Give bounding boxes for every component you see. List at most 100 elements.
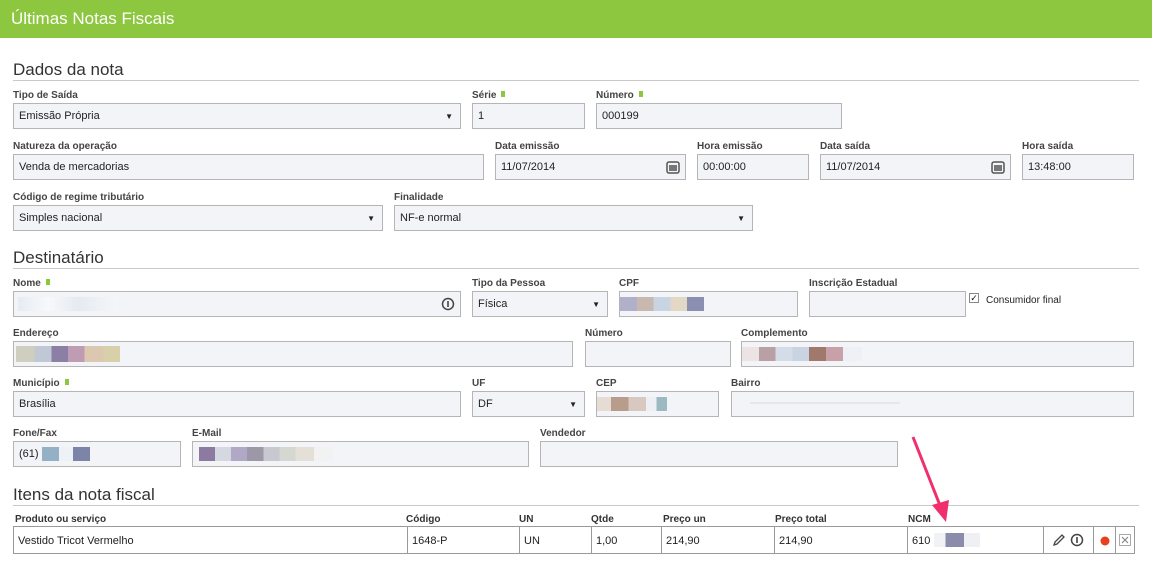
dropdown-arrow-icon: ▼ [737,214,745,223]
consumidor-final-checkbox[interactable]: ✓ [969,293,979,303]
finalidade-select[interactable]: NF-e normal ▼ [394,205,753,231]
cell-qtde: 1,00 [592,527,662,553]
label-complemento: Complemento [741,328,808,339]
label-natureza: Natureza da operação [13,141,117,152]
label-endereco: Endereço [13,328,59,339]
label-numero-endereco: Número [585,328,623,339]
cell-preco-total: 214,90 [775,527,908,553]
redacted-block [18,297,118,311]
required-marker-icon [638,91,643,97]
label-hora-emissao: Hora emissão [697,141,763,152]
column-header-preco-total: Preço total [775,514,827,525]
label-tipo-pessoa: Tipo da Pessoa [472,278,546,289]
ncm-value: 610 [912,535,931,547]
column-header-produto: Produto ou serviço [15,514,107,525]
bairro-input[interactable] [731,391,1134,417]
nome-input[interactable] [13,291,461,317]
inscricao-estadual-input[interactable] [809,291,966,317]
redacted-block [750,402,900,404]
fone-input[interactable]: (61) [13,441,181,467]
required-marker-icon [45,279,50,285]
table-row[interactable]: Vestido Tricot Vermelho 1648-P UN 1,00 2… [13,526,1135,554]
status-dot-icon[interactable] [1100,536,1110,546]
hora-emissao-input[interactable]: 00:00:00 [697,154,809,180]
tipo-saida-select[interactable]: Emissão Própria ▼ [13,103,461,129]
label-fone: Fone/Fax [13,428,57,439]
redacted-block [934,533,980,547]
redacted-block [620,297,704,311]
column-header-preco-un: Preço un [663,514,706,525]
label-email: E-Mail [192,428,222,439]
label-uf: UF [472,378,486,389]
label-regime: Código de regime tributário [13,192,145,203]
required-marker-icon [64,379,69,385]
vendedor-input[interactable] [540,441,898,467]
label-bairro: Bairro [731,378,761,389]
numero-input[interactable]: 000199 [596,103,842,129]
label-data-emissao: Data emissão [495,141,560,152]
endereco-input[interactable] [13,341,573,367]
divider [13,80,1139,81]
label-tipo-saida: Tipo de Saída [13,90,78,101]
municipio-input[interactable]: Brasília [13,391,461,417]
cep-input[interactable] [596,391,719,417]
column-header-qtde: Qtde [591,514,614,525]
label-finalidade: Finalidade [394,192,444,203]
calendar-icon[interactable] [991,160,1005,174]
pencil-icon[interactable] [1052,533,1066,547]
tipo-pessoa-select[interactable]: Física ▼ [472,291,608,317]
label-numero: Número [596,90,643,101]
divider [13,505,1139,506]
email-input[interactable] [192,441,529,467]
natureza-input[interactable]: Venda de mercadorias [13,154,484,180]
redacted-block [16,346,120,362]
label-vendedor: Vendedor [540,428,586,439]
cell-status [1094,527,1116,553]
uf-select[interactable]: DF ▼ [472,391,585,417]
cell-remove [1116,527,1134,553]
redacted-block [199,447,333,461]
dropdown-arrow-icon: ▼ [445,112,453,121]
section-title-destinatario: Destinatário [13,248,104,267]
info-icon[interactable] [1070,533,1084,547]
info-icon[interactable] [441,297,455,311]
dropdown-arrow-icon: ▼ [569,400,577,409]
column-header-codigo: Código [406,514,441,525]
redacted-block [742,347,862,361]
dropdown-arrow-icon: ▼ [367,214,375,223]
redacted-block [42,447,90,461]
cell-un: UN [520,527,592,553]
required-marker-icon [501,91,506,97]
close-icon[interactable] [1119,534,1131,546]
calendar-icon[interactable] [666,160,680,174]
numero-endereco-input[interactable] [585,341,731,367]
label-cpf: CPF [619,278,639,289]
cell-actions [1044,527,1094,553]
label-data-saida: Data saída [820,141,871,152]
label-nome: Nome [13,278,50,289]
hora-saida-input[interactable]: 13:48:00 [1022,154,1134,180]
consumidor-final-label: Consumidor final [986,295,1062,306]
label-ie: Inscrição Estadual [809,278,898,289]
cell-preco-un: 214,90 [662,527,775,553]
page-title: Últimas Notas Fiscais [11,9,175,28]
divider [13,268,1139,269]
redacted-block [597,397,667,411]
label-hora-saida: Hora saída [1022,141,1074,152]
column-header-ncm: NCM [908,514,931,525]
data-emissao-input[interactable]: 11/07/2014 [495,154,686,180]
column-header-un: UN [519,514,534,525]
cell-produto: Vestido Tricot Vermelho [14,527,408,553]
tipo-saida-value: Emissão Própria [19,110,100,122]
label-municipio: Município [13,378,69,389]
header-bar: Últimas Notas Fiscais [0,0,1152,38]
cell-ncm: 610 [908,527,1044,553]
annotation-arrow-icon [911,436,949,522]
cpf-input[interactable] [619,291,798,317]
regime-select[interactable]: Simples nacional ▼ [13,205,383,231]
complemento-input[interactable] [741,341,1134,367]
cell-codigo: 1648-P [408,527,520,553]
data-saida-input[interactable]: 11/07/2014 [820,154,1011,180]
section-title-itens: Itens da nota fiscal [13,485,155,504]
serie-input[interactable]: 1 [472,103,585,129]
